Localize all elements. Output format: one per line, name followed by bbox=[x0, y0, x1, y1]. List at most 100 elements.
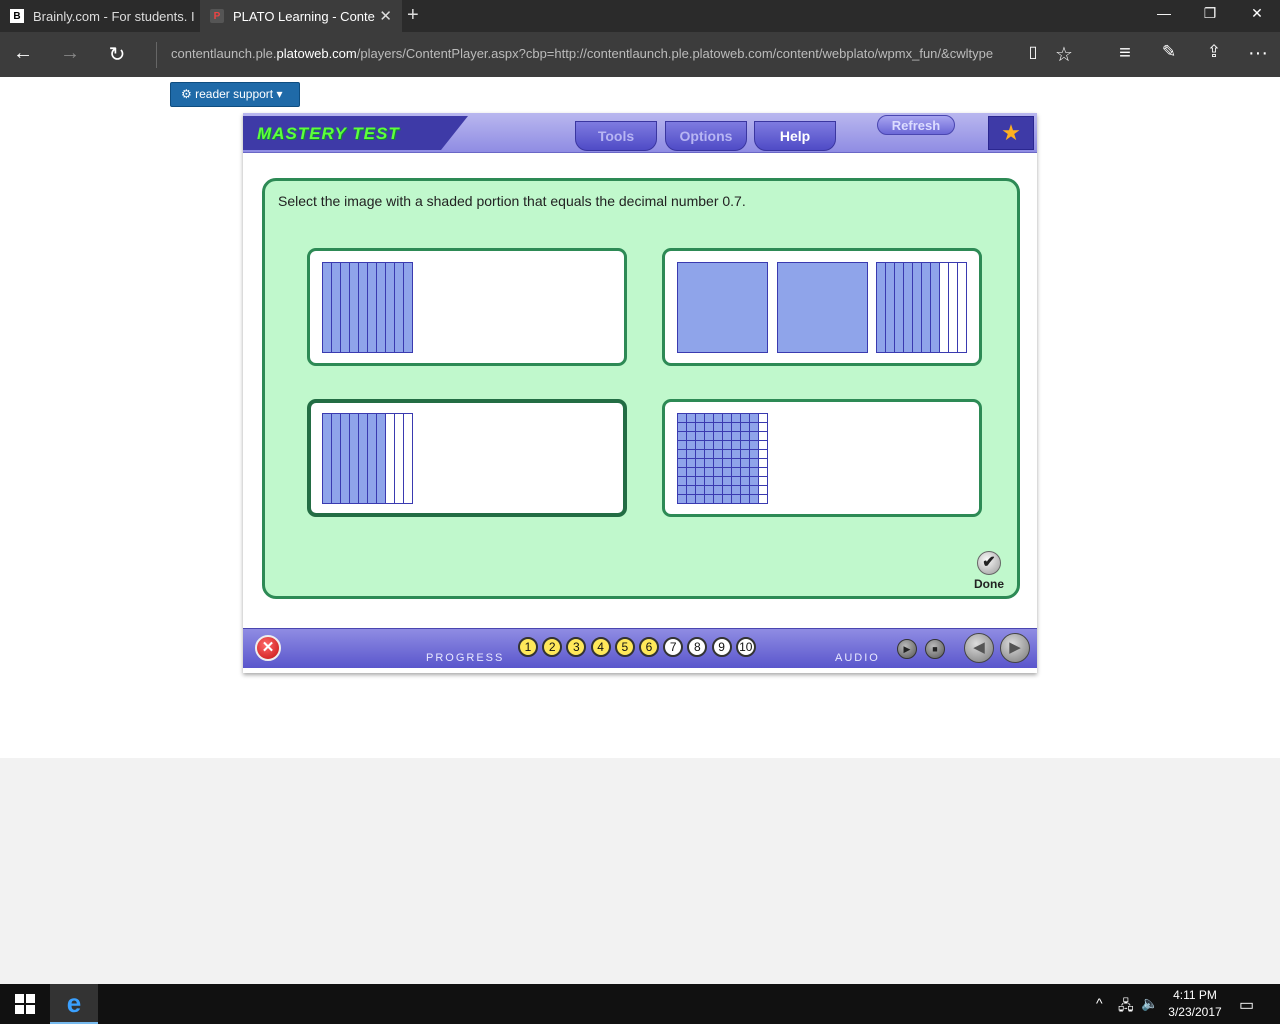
browser-tab-bar: B Brainly.com - For students. I P PLATO … bbox=[0, 0, 1280, 32]
progress-item[interactable]: 10 bbox=[735, 637, 756, 657]
tray-chevron-icon[interactable]: ^ bbox=[1096, 995, 1103, 1011]
choice-d[interactable] bbox=[662, 399, 982, 517]
close-tab-icon[interactable]: ✕ bbox=[379, 7, 392, 25]
plato-favicon-icon: P bbox=[210, 9, 224, 23]
tab-help[interactable]: Help bbox=[754, 121, 836, 151]
tab-plato[interactable]: P PLATO Learning - Conte ✕ bbox=[200, 0, 402, 32]
new-tab-icon[interactable]: + bbox=[407, 4, 419, 27]
hundredth-square bbox=[749, 413, 759, 423]
hundredth-square bbox=[686, 467, 696, 477]
progress-item[interactable]: 5 bbox=[614, 637, 635, 657]
refresh-icon[interactable]: ↻ bbox=[104, 42, 130, 68]
favorite-star-icon[interactable]: ☆ bbox=[1051, 42, 1077, 68]
tenth-column bbox=[921, 262, 931, 353]
hundredth-square bbox=[677, 467, 687, 477]
progress-item[interactable]: 3 bbox=[566, 637, 587, 657]
progress-item[interactable]: 1 bbox=[518, 637, 538, 657]
hundredth-square bbox=[695, 476, 705, 486]
progress-item[interactable]: 4 bbox=[590, 637, 611, 657]
hundredth-square bbox=[677, 431, 687, 441]
progress-item[interactable]: 7 bbox=[663, 637, 684, 657]
hundredth-square bbox=[740, 422, 750, 432]
audio-play-icon[interactable]: ▶ bbox=[897, 639, 917, 659]
hundredth-square bbox=[713, 494, 723, 504]
hundredth-square bbox=[722, 422, 732, 432]
exit-icon[interactable]: ✕ bbox=[255, 635, 281, 661]
hundredth-square bbox=[677, 494, 687, 504]
windows-start-icon[interactable] bbox=[15, 994, 35, 1014]
tenth-column bbox=[322, 413, 332, 504]
hundredth-square bbox=[731, 494, 741, 504]
tab-brainly[interactable]: B Brainly.com - For students. I bbox=[0, 0, 200, 32]
hundredth-square bbox=[686, 431, 696, 441]
edge-browser-icon[interactable]: e bbox=[50, 984, 98, 1024]
share-icon[interactable]: ⇪ bbox=[1201, 42, 1227, 68]
hundredth-square bbox=[740, 413, 750, 423]
hundredth-square bbox=[749, 422, 759, 432]
progress-item[interactable]: 8 bbox=[687, 637, 708, 657]
refresh-button[interactable]: Refresh bbox=[877, 115, 955, 135]
hundredths-grid-image bbox=[677, 413, 768, 504]
hundredth-square bbox=[758, 449, 768, 459]
hundredth-square bbox=[695, 467, 705, 477]
hundredth-square bbox=[677, 413, 687, 423]
web-note-icon[interactable]: ✎ bbox=[1156, 42, 1182, 68]
minimize-icon[interactable]: — bbox=[1154, 5, 1174, 25]
checkmark-icon: ✔ bbox=[977, 551, 1001, 575]
network-icon[interactable]: 🖧 bbox=[1118, 995, 1134, 1019]
tenth-column bbox=[903, 262, 913, 353]
hundredth-square bbox=[740, 494, 750, 504]
audio-stop-icon[interactable]: ■ bbox=[925, 639, 945, 659]
done-button[interactable]: ✔ Done bbox=[967, 551, 1011, 591]
choice-a[interactable] bbox=[307, 248, 627, 366]
player-header: MASTERY TEST Tools Options Help Refresh … bbox=[243, 113, 1037, 153]
hundredth-square bbox=[695, 440, 705, 450]
reader-support-button[interactable]: ⚙ reader support ▾ bbox=[170, 82, 300, 107]
progress-item[interactable]: 6 bbox=[639, 637, 659, 657]
hundredth-square bbox=[677, 458, 687, 468]
previous-icon[interactable]: ◀ bbox=[964, 633, 994, 663]
hub-icon[interactable]: ≡ bbox=[1112, 42, 1138, 68]
hundredth-square bbox=[686, 494, 696, 504]
reading-view-icon[interactable]: ▯ bbox=[1020, 42, 1046, 68]
forward-icon[interactable]: → bbox=[57, 42, 83, 68]
back-icon[interactable]: ← bbox=[10, 42, 36, 68]
hundredth-square bbox=[704, 422, 714, 432]
hundredth-square bbox=[677, 476, 687, 486]
hundredth-square bbox=[740, 431, 750, 441]
hundredth-square bbox=[758, 440, 768, 450]
hundredth-square bbox=[722, 467, 732, 477]
next-icon[interactable]: ▶ bbox=[1000, 633, 1030, 663]
tenth-column bbox=[385, 262, 395, 353]
hundredth-square bbox=[677, 440, 687, 450]
tenths-strip-image bbox=[322, 262, 413, 353]
tenth-column bbox=[394, 262, 404, 353]
tenth-column bbox=[358, 413, 368, 504]
hundredth-square bbox=[722, 458, 732, 468]
hundredth-square bbox=[749, 467, 759, 477]
progress-item[interactable]: 2 bbox=[542, 637, 563, 657]
volume-icon[interactable]: 🔈 bbox=[1141, 995, 1158, 1012]
tab-options[interactable]: Options bbox=[665, 121, 747, 151]
choice-c[interactable] bbox=[307, 399, 627, 517]
hundredth-square bbox=[713, 413, 723, 423]
tenth-column bbox=[376, 262, 386, 353]
clock[interactable]: 4:11 PM 3/23/2017 bbox=[1160, 987, 1230, 1021]
brainly-favicon-icon: B bbox=[10, 9, 24, 23]
choice-b[interactable] bbox=[662, 248, 982, 366]
more-icon[interactable]: ··· bbox=[1245, 42, 1271, 68]
star-icon[interactable]: ★ bbox=[988, 116, 1034, 150]
hundredth-square bbox=[749, 494, 759, 504]
action-center-icon[interactable]: ▭ bbox=[1239, 995, 1254, 1015]
progress-item[interactable]: 9 bbox=[711, 637, 732, 657]
hundredth-square bbox=[695, 431, 705, 441]
hundredth-square bbox=[740, 485, 750, 495]
tab-tools[interactable]: Tools bbox=[575, 121, 657, 151]
address-bar[interactable]: contentlaunch.ple.platoweb.com/players/C… bbox=[156, 42, 1016, 68]
tenth-column bbox=[331, 413, 341, 504]
hundredth-square bbox=[713, 467, 723, 477]
close-window-icon[interactable]: ✕ bbox=[1247, 5, 1267, 25]
restore-icon[interactable]: ❐ bbox=[1200, 5, 1220, 25]
browser-nav-bar: ← → ↻ contentlaunch.ple.platoweb.com/pla… bbox=[0, 32, 1280, 77]
tenth-column bbox=[876, 262, 886, 353]
